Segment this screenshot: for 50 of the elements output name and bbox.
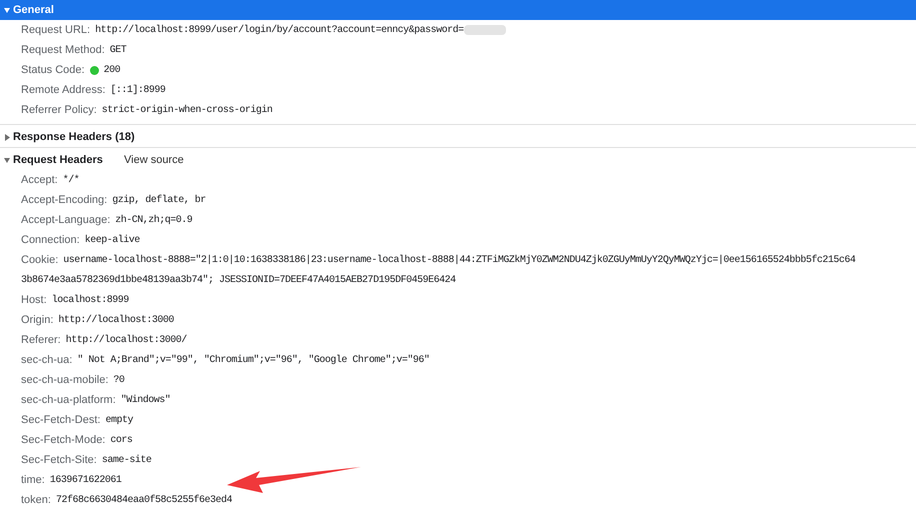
header-value: strict-origin-when-cross-origin xyxy=(102,104,272,118)
header-value: empty xyxy=(105,414,133,428)
header-value: http://localhost:8999/user/login/by/account?account=enncy&password= xyxy=(95,24,464,38)
header-name: Origin: xyxy=(21,312,54,328)
header-name: Request Method: xyxy=(21,42,105,58)
header-value: http://localhost:3000/ xyxy=(66,334,187,348)
section-header[interactable]: General xyxy=(0,0,916,20)
section-header[interactable]: Response Headers (18) xyxy=(0,127,137,147)
header-value: " Not A;Brand";v="99", "Chromium";v="96", "Google Chrome";v="96" xyxy=(77,354,430,368)
header-name: Accept-Language: xyxy=(21,212,110,228)
header-value: keep-alive xyxy=(84,234,140,248)
header-name: sec-ch-ua-mobile: xyxy=(21,372,108,388)
header-name: Referer: xyxy=(21,332,61,348)
header-name: Sec-Fetch-Site: xyxy=(21,452,97,468)
header-name: sec-ch-ua: xyxy=(21,352,72,368)
header-name: Request URL: xyxy=(21,22,90,38)
expanded-triangle-icon xyxy=(4,6,10,14)
header-value: gzip, deflate, br xyxy=(112,194,206,208)
header-value: 200 xyxy=(104,64,120,78)
header-value: "Windows" xyxy=(120,394,170,408)
header-name: token: xyxy=(21,492,51,508)
header-name: Sec-Fetch-Mode: xyxy=(21,432,106,448)
header-value: username-localhost-8888="2|1:0|10:1638338186|23:username-localhost-8888|44:ZTFiMGZkMjY0ZWM2NDU4Zjk0ZGUyMmUyY2QyMWQzYjc=|0ee156165524bbb5fc215c64 xyxy=(63,254,856,268)
view-source-link[interactable]: View source xyxy=(124,152,184,168)
header-name: Referrer Policy: xyxy=(21,102,97,118)
header-value: */* xyxy=(62,174,80,188)
header-value: same-site xyxy=(102,454,152,468)
header-name: Connection: xyxy=(21,232,80,248)
section-header[interactable]: Request Headers xyxy=(0,150,124,170)
header-name: Cookie: xyxy=(21,252,58,268)
header-name: Status Code: xyxy=(21,62,85,78)
header-name: Sec-Fetch-Dest: xyxy=(21,412,100,428)
header-value: 3b8674e3aa5782369d1bbe48139aa3b74"; JSESSIONID=7DEEF47A4015AEB27D195DF0459E6424 xyxy=(21,274,456,288)
header-value: [::1]:8999 xyxy=(110,84,166,98)
header-value: 72f68c6630484eaa0f58c5255f6e3ed4 xyxy=(56,494,232,508)
header-name: Host: xyxy=(21,292,47,308)
header-value: GET xyxy=(110,44,126,58)
header-name: Accept-Encoding: xyxy=(21,192,108,208)
header-value: localhost:8999 xyxy=(52,294,129,308)
expanded-triangle-icon xyxy=(4,156,10,164)
header-value: http://localhost:3000 xyxy=(58,314,174,328)
collapsed-triangle-icon xyxy=(4,134,10,140)
header-value: zh-CN,zh;q=0.9 xyxy=(115,214,192,228)
header-name: sec-ch-ua-platform: xyxy=(21,392,116,408)
header-value: 1639671622061 xyxy=(50,474,122,488)
header-name: Remote Address: xyxy=(21,82,106,98)
header-name: Accept: xyxy=(21,172,58,188)
header-value: cors xyxy=(110,434,132,448)
header-value: ?0 xyxy=(113,374,124,388)
header-name: time: xyxy=(21,472,45,488)
